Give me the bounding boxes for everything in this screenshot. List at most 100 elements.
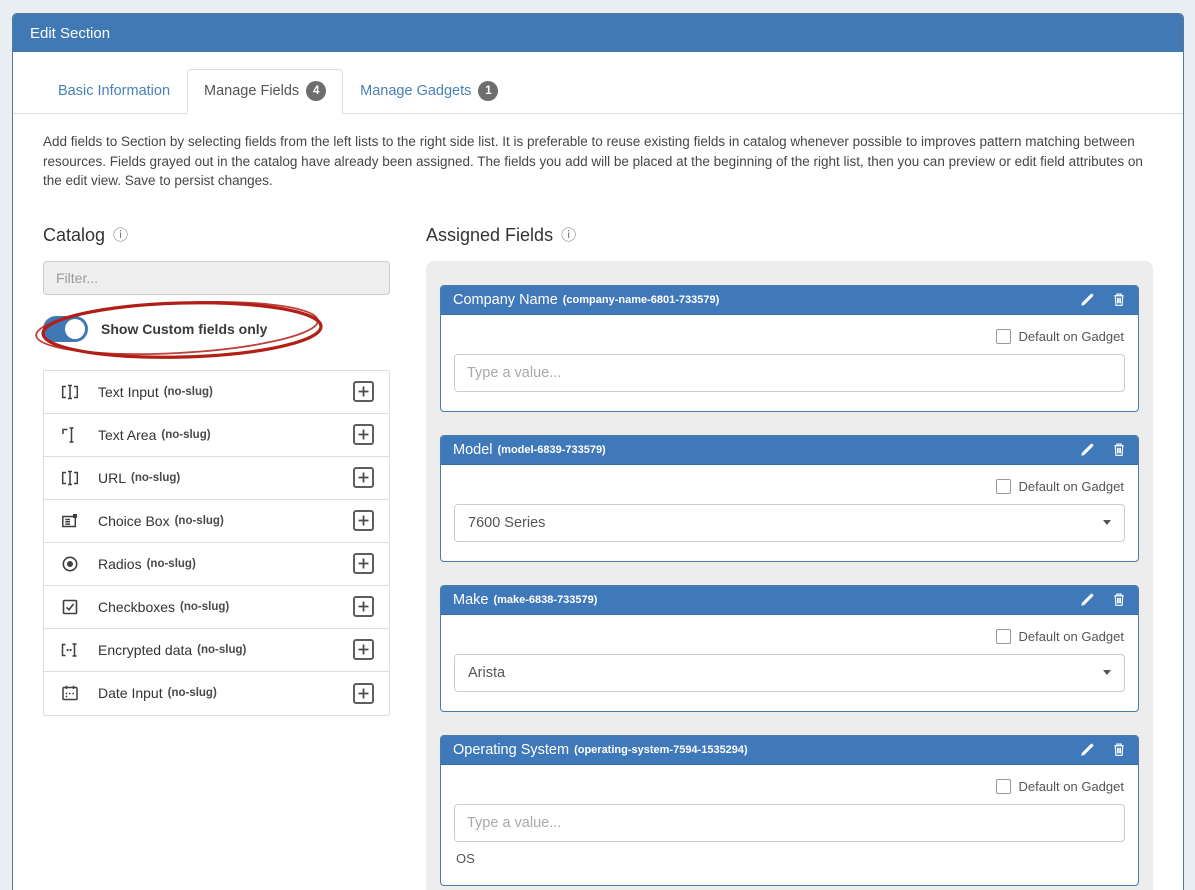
catalog-item-slug: (no-slug) bbox=[147, 558, 196, 570]
delete-field-button[interactable] bbox=[1112, 442, 1126, 457]
field-card-model: Model (model-6839-733579) bbox=[440, 435, 1139, 562]
catalog-item-slug: (no-slug) bbox=[164, 386, 213, 398]
card-header: Operating System (operating-system-7594-… bbox=[441, 736, 1138, 765]
catalog-item-label: Text Input bbox=[98, 384, 159, 400]
field-card-make: Make (make-6838-733579) bbox=[440, 585, 1139, 712]
default-on-gadget-label: Default on Gadget bbox=[1018, 329, 1124, 344]
info-icon: ⓘ bbox=[113, 228, 128, 243]
make-select-value: Arista bbox=[468, 665, 505, 681]
dialog-title: Edit Section bbox=[30, 25, 110, 42]
tab-label: Manage Gadgets bbox=[360, 83, 471, 99]
card-title: Operating System bbox=[453, 742, 569, 758]
catalog-item-label: Date Input bbox=[98, 685, 163, 701]
delete-field-button[interactable] bbox=[1112, 292, 1126, 307]
chevron-down-icon bbox=[1103, 670, 1111, 675]
tab-label: Basic Information bbox=[58, 83, 170, 99]
fields-count-badge: 4 bbox=[306, 81, 326, 101]
catalog-item-text-area: Text Area (no-slug) bbox=[44, 414, 389, 457]
card-header: Model (model-6839-733579) bbox=[441, 436, 1138, 465]
field-card-company-name: Company Name (company-name-6801-733579) bbox=[440, 285, 1139, 412]
delete-field-button[interactable] bbox=[1112, 742, 1126, 757]
toggle-label: Show Custom fields only bbox=[101, 321, 267, 337]
tab-manage-fields[interactable]: Manage Fields 4 bbox=[187, 69, 343, 114]
model-select[interactable]: 7600 Series bbox=[454, 504, 1125, 542]
section-help-text: Add fields to Section by selecting field… bbox=[43, 132, 1153, 191]
catalog-heading: Catalog ⓘ bbox=[43, 225, 390, 246]
model-select-value: 7600 Series bbox=[468, 515, 545, 531]
encrypted-icon bbox=[59, 640, 81, 660]
add-field-button[interactable] bbox=[353, 381, 374, 402]
default-on-gadget-checkbox[interactable] bbox=[996, 329, 1011, 344]
make-select[interactable]: Arista bbox=[454, 654, 1125, 692]
tab-manage-gadgets[interactable]: Manage Gadgets 1 bbox=[343, 69, 515, 114]
text-area-icon bbox=[59, 425, 81, 445]
catalog-item-label: Checkboxes bbox=[98, 599, 175, 615]
add-field-button[interactable] bbox=[353, 510, 374, 531]
edit-field-button[interactable] bbox=[1080, 592, 1095, 607]
card-title: Make bbox=[453, 592, 488, 608]
chevron-down-icon bbox=[1103, 520, 1111, 525]
add-field-button[interactable] bbox=[353, 424, 374, 445]
add-field-button[interactable] bbox=[353, 639, 374, 660]
card-header: Company Name (company-name-6801-733579) bbox=[441, 286, 1138, 315]
catalog-column: Catalog ⓘ Show Custom fields only bbox=[43, 225, 390, 890]
field-helper-text: OS bbox=[454, 851, 1125, 866]
url-icon bbox=[59, 468, 81, 488]
catalog-item-label: URL bbox=[98, 470, 126, 486]
show-custom-fields-toggle[interactable] bbox=[43, 316, 88, 342]
delete-field-button[interactable] bbox=[1112, 592, 1126, 607]
field-card-operating-system: Operating System (operating-system-7594-… bbox=[440, 735, 1139, 886]
card-body: Default on Gadget Arista bbox=[441, 615, 1138, 711]
card-title: Model bbox=[453, 442, 493, 458]
default-on-gadget-label: Default on Gadget bbox=[1018, 629, 1124, 644]
catalog-heading-label: Catalog bbox=[43, 225, 105, 246]
company-name-value-input[interactable] bbox=[454, 354, 1125, 392]
catalog-filter-input[interactable] bbox=[43, 261, 390, 295]
default-on-gadget-checkbox[interactable] bbox=[996, 479, 1011, 494]
catalog-item-encrypted-data: Encrypted data (no-slug) bbox=[44, 629, 389, 672]
default-on-gadget-checkbox[interactable] bbox=[996, 779, 1011, 794]
operating-system-value-input[interactable] bbox=[454, 804, 1125, 842]
catalog-item-slug: (no-slug) bbox=[168, 687, 217, 699]
catalog-field-list: Text Input (no-slug) Text Area (no-slu bbox=[43, 370, 390, 716]
card-header: Make (make-6838-733579) bbox=[441, 586, 1138, 615]
default-on-gadget-checkbox[interactable] bbox=[996, 629, 1011, 644]
catalog-item-choice-box: Choice Box (no-slug) bbox=[44, 500, 389, 543]
catalog-item-label: Choice Box bbox=[98, 513, 170, 529]
catalog-item-url: URL (no-slug) bbox=[44, 457, 389, 500]
add-field-button[interactable] bbox=[353, 467, 374, 488]
default-on-gadget-label: Default on Gadget bbox=[1018, 479, 1124, 494]
edit-section-panel: Edit Section Basic Information Manage Fi… bbox=[12, 13, 1184, 890]
card-slug: (operating-system-7594-1535294) bbox=[574, 744, 748, 756]
info-icon: ⓘ bbox=[561, 228, 576, 243]
dialog-titlebar: Edit Section bbox=[13, 14, 1183, 52]
catalog-item-text-input: Text Input (no-slug) bbox=[44, 371, 389, 414]
checkbox-icon bbox=[59, 597, 81, 617]
radio-icon bbox=[59, 554, 81, 574]
toggle-knob bbox=[65, 319, 85, 339]
add-field-button[interactable] bbox=[353, 596, 374, 617]
catalog-item-radios: Radios (no-slug) bbox=[44, 543, 389, 586]
catalog-item-label: Radios bbox=[98, 556, 142, 572]
date-icon bbox=[59, 683, 81, 703]
gadgets-count-badge: 1 bbox=[478, 81, 498, 101]
assigned-fields-container: Company Name (company-name-6801-733579) bbox=[426, 261, 1153, 890]
tab-basic-information[interactable]: Basic Information bbox=[41, 69, 187, 114]
add-field-button[interactable] bbox=[353, 553, 374, 574]
card-slug: (make-6838-733579) bbox=[493, 594, 597, 606]
catalog-item-date-input: Date Input (no-slug) bbox=[44, 672, 389, 715]
default-on-gadget-label: Default on Gadget bbox=[1018, 779, 1124, 794]
edit-field-button[interactable] bbox=[1080, 742, 1095, 757]
edit-field-button[interactable] bbox=[1080, 442, 1095, 457]
edit-field-button[interactable] bbox=[1080, 292, 1095, 307]
card-slug: (model-6839-733579) bbox=[498, 444, 606, 456]
catalog-item-slug: (no-slug) bbox=[175, 515, 224, 527]
catalog-item-label: Encrypted data bbox=[98, 642, 192, 658]
tab-label: Manage Fields bbox=[204, 83, 299, 99]
add-field-button[interactable] bbox=[353, 683, 374, 704]
catalog-item-label: Text Area bbox=[98, 427, 156, 443]
catalog-item-checkboxes: Checkboxes (no-slug) bbox=[44, 586, 389, 629]
card-body: Default on Gadget OS bbox=[441, 765, 1138, 885]
catalog-item-slug: (no-slug) bbox=[197, 644, 246, 656]
card-title: Company Name bbox=[453, 292, 558, 308]
